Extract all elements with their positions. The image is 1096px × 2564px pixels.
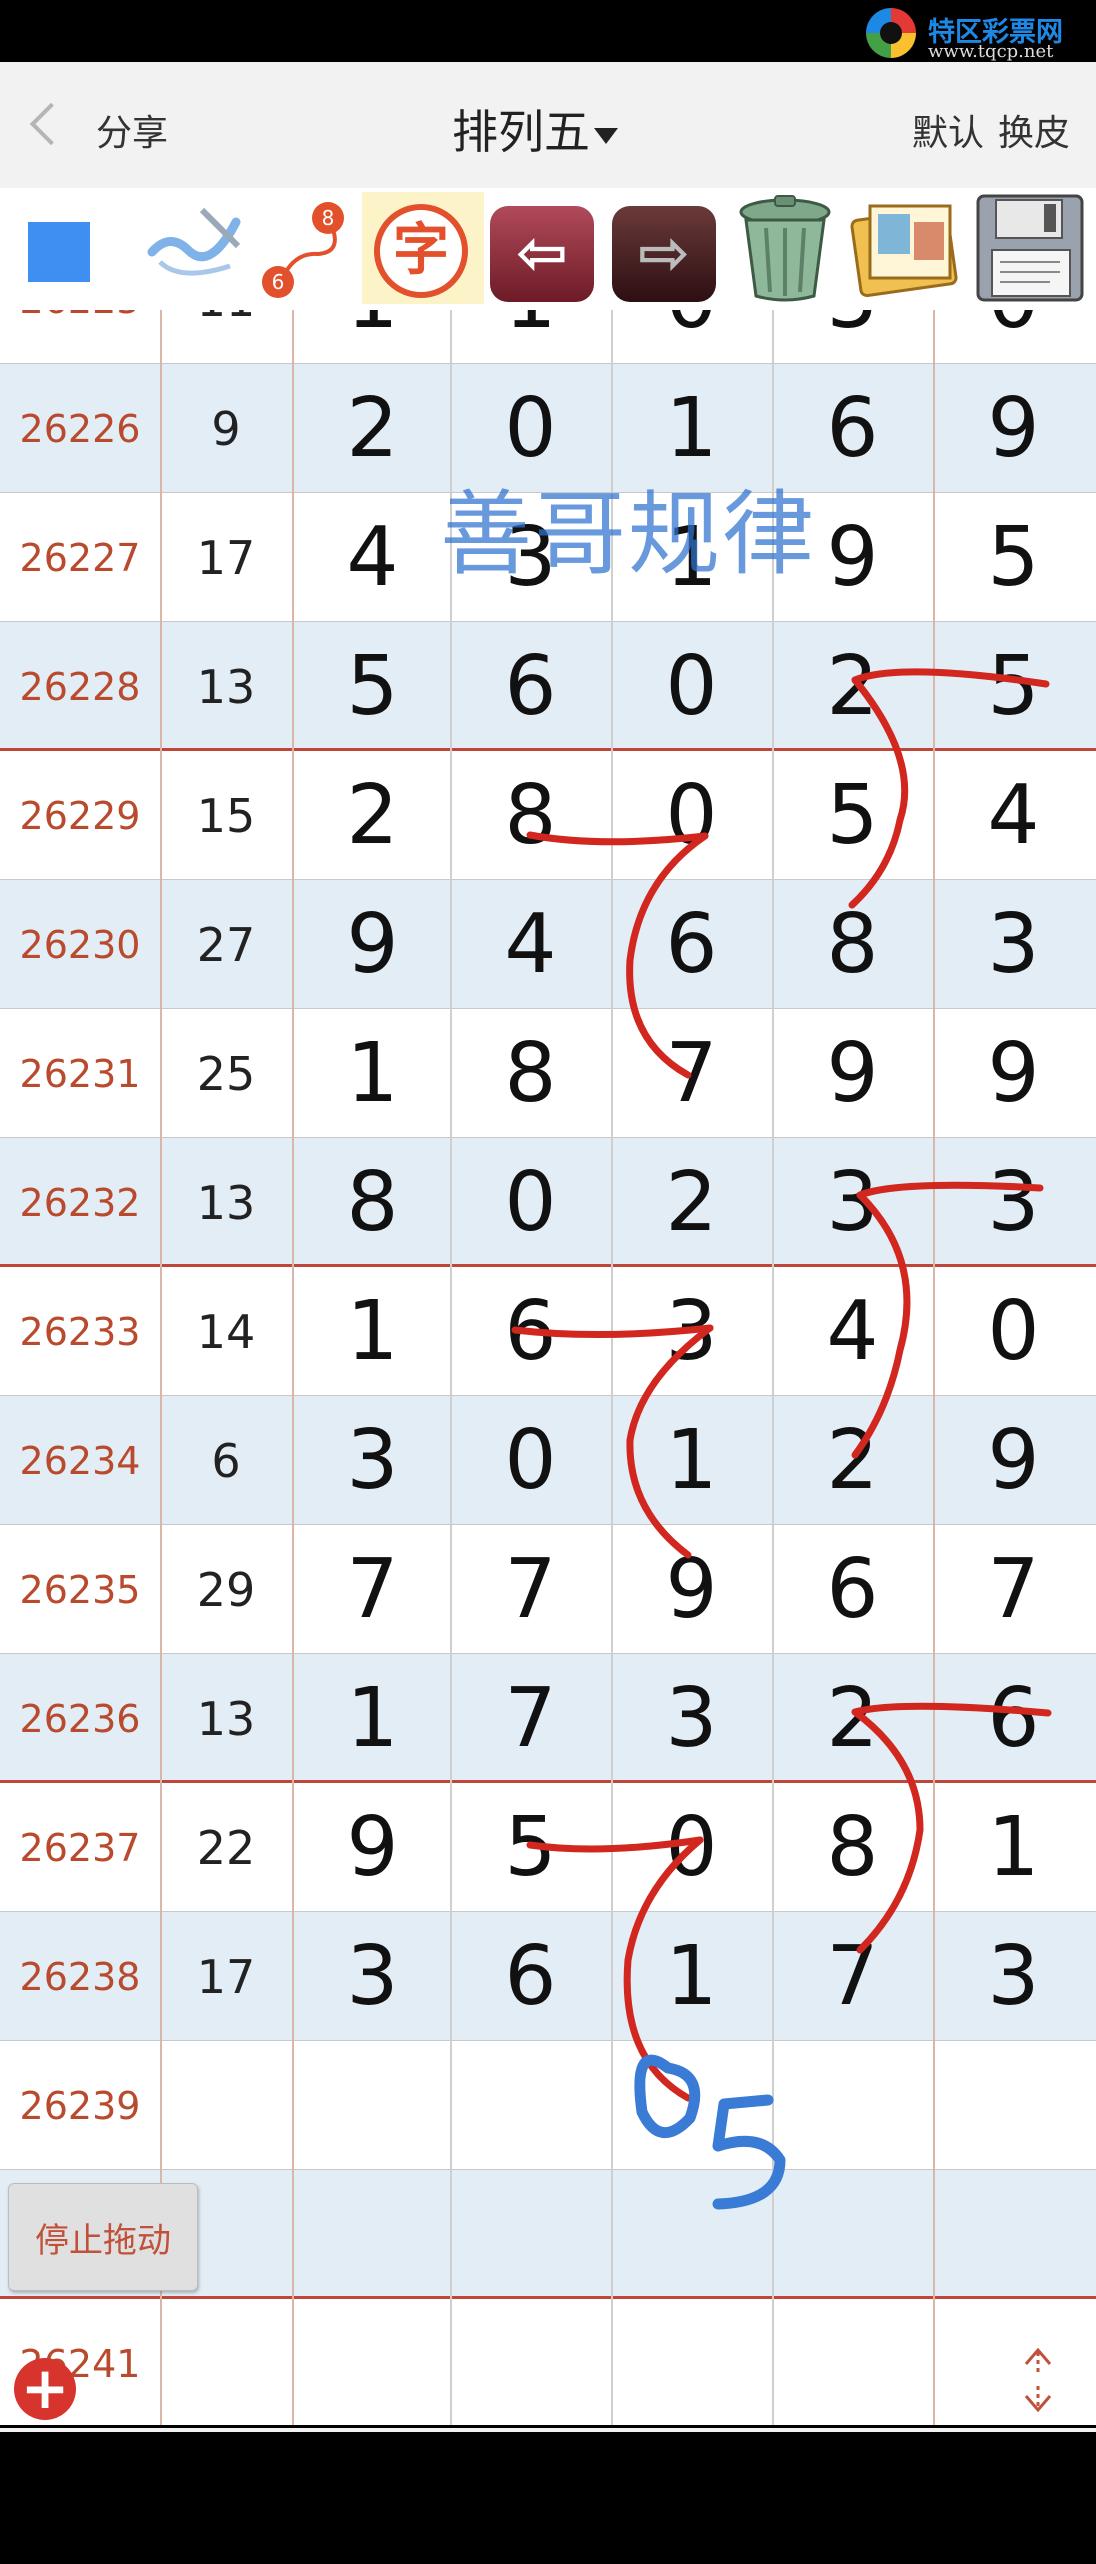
- stop-drag-button[interactable]: 停止拖动: [8, 2183, 198, 2291]
- scroll-arrows-icon[interactable]: [1016, 2342, 1060, 2418]
- freehand-annotations: [511, 668, 1052, 2210]
- watermark-title: 善哥规律: [440, 481, 817, 588]
- navigation-bar: [0, 2428, 1096, 2564]
- add-icon[interactable]: +: [14, 2358, 76, 2420]
